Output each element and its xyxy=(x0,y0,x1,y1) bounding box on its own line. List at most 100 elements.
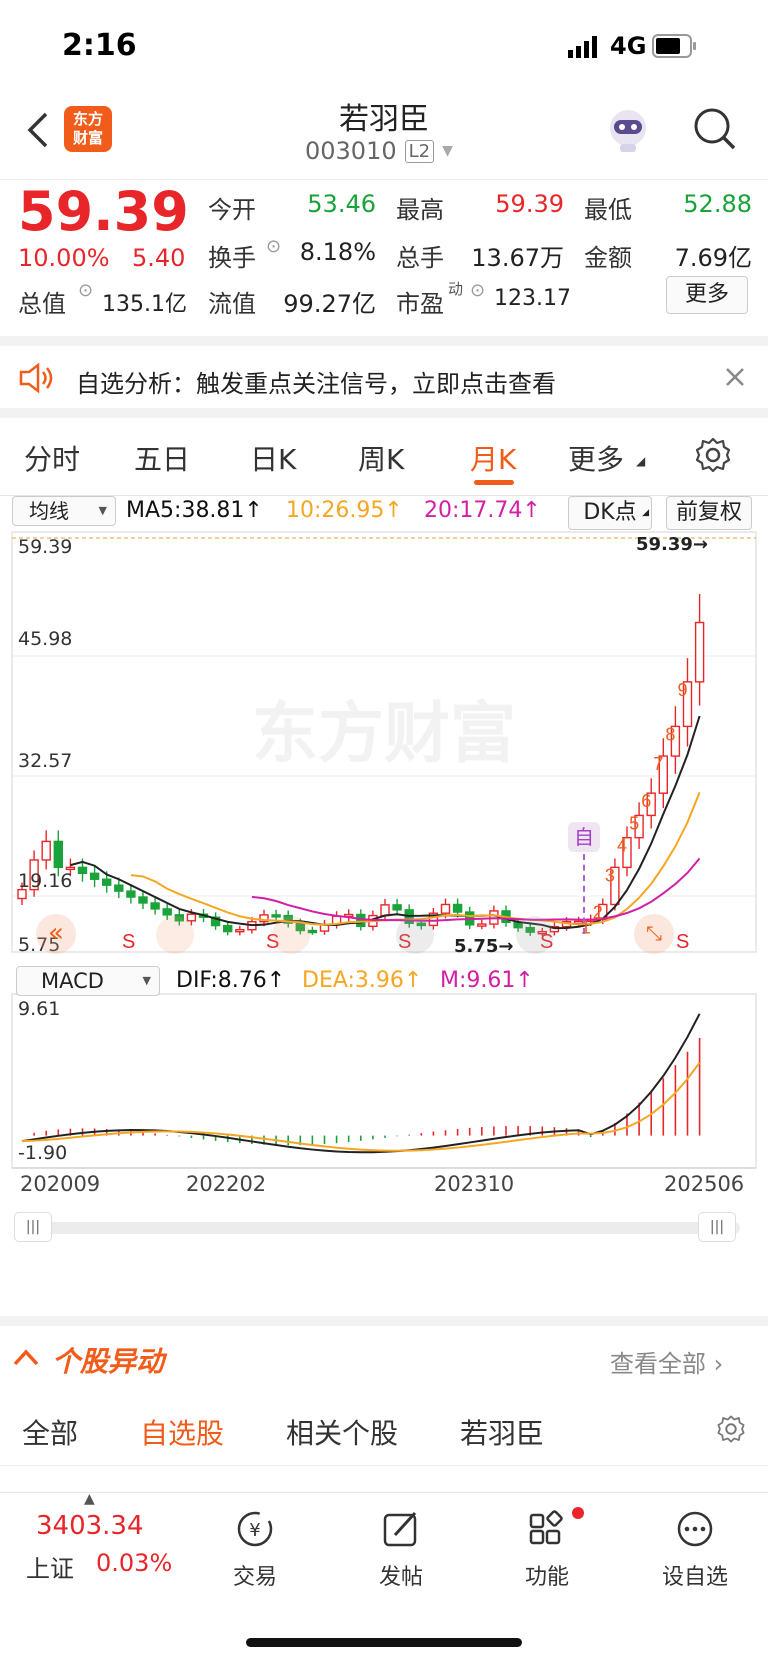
nav-add-watchlist[interactable]: 设自选 xyxy=(640,1509,750,1591)
candle-body xyxy=(114,884,124,892)
subtab-watchlist[interactable]: 自选股 xyxy=(140,1412,224,1452)
pe-label: 市盈 xyxy=(396,290,444,318)
nav-functions[interactable]: 功能 xyxy=(492,1507,602,1591)
speaker-icon xyxy=(18,362,56,394)
mktcap-value: 135.1亿 xyxy=(102,292,187,317)
x-tick-3: 202506 xyxy=(664,1172,745,1196)
pe-value: 123.17 xyxy=(494,286,571,311)
macd-lines xyxy=(21,1013,701,1154)
volume-value: 13.67万 xyxy=(471,244,564,272)
sequence-label: 2 xyxy=(593,902,603,922)
more-dots-icon xyxy=(677,1511,713,1547)
nav-post[interactable]: 发帖 xyxy=(346,1509,456,1591)
sequence-label: 3 xyxy=(605,865,615,885)
macd-select[interactable]: MACD ▼ xyxy=(16,966,160,996)
marker-circle xyxy=(396,916,434,954)
candle-body xyxy=(53,840,63,869)
max-price-marker: 59.39→ xyxy=(636,534,709,555)
candle-body xyxy=(150,902,160,910)
x-tick-2: 202310 xyxy=(434,1172,515,1196)
tab-monthly-k[interactable]: 月K xyxy=(470,438,516,478)
index-name: 上证 xyxy=(26,1555,74,1583)
tab-daily-k[interactable]: 日K xyxy=(250,438,296,478)
self-select-marker[interactable]: 自 xyxy=(568,822,600,852)
nav-trade[interactable]: ¥ 交易 xyxy=(200,1509,310,1591)
search-icon[interactable] xyxy=(692,106,738,152)
stock-code: 003010 xyxy=(305,137,397,165)
change-amount: 5.40 xyxy=(132,244,186,272)
tab-more[interactable]: 更多 xyxy=(568,438,624,478)
watermark: 东方财富 xyxy=(252,696,516,770)
scroll-left-icon[interactable]: « xyxy=(36,914,76,954)
s-signal-label: S xyxy=(122,931,135,953)
stock-name: 若羽臣 xyxy=(339,102,429,137)
subtab-related[interactable]: 相关个股 xyxy=(286,1412,398,1452)
s-signal-label: S xyxy=(676,931,689,953)
price-tick-3: 19.16 xyxy=(18,870,73,892)
dropdown-corner-icon: ◢ xyxy=(636,454,646,468)
section-title: 个股异动 xyxy=(52,1345,165,1378)
notification-dot xyxy=(572,1507,584,1519)
low-label: 最低 xyxy=(584,196,632,224)
candle-body xyxy=(101,878,112,886)
marker-circle xyxy=(272,916,310,954)
change-percent: 10.00% xyxy=(18,244,110,272)
sequence-label: 5 xyxy=(629,813,639,833)
tab-intraday[interactable]: 分时 xyxy=(24,438,80,478)
status-bar: 2:16 4G xyxy=(0,0,768,92)
info-icon[interactable]: ⊙ xyxy=(470,280,485,301)
candle-body xyxy=(356,913,366,928)
stock-code-row[interactable]: 003010 L2 ▼ xyxy=(305,136,453,166)
quote-panel: 59.39 10.00% 5.40 今开 53.46 最高 59.39 最低 5… xyxy=(0,180,768,346)
close-icon[interactable] xyxy=(724,366,746,388)
range-handle-left[interactable]: ||| xyxy=(14,1212,52,1242)
turnover-value: 8.18% xyxy=(299,238,376,266)
candle-body xyxy=(477,923,487,927)
tab-weekly-k[interactable]: 周K xyxy=(358,438,404,478)
m-legend: M:9.61↑ xyxy=(440,968,534,993)
grid-icon xyxy=(529,1510,563,1545)
candle-body xyxy=(41,840,51,861)
alert-banner[interactable]: 自选分析：触发重点关注信号，立即点击查看 xyxy=(0,346,768,418)
volume-label: 总手 xyxy=(396,244,444,272)
view-all-link[interactable]: 查看全部 › xyxy=(610,1344,723,1379)
dif-line xyxy=(21,1013,701,1154)
subtab-all[interactable]: 全部 xyxy=(22,1412,78,1452)
more-button[interactable]: 更多 xyxy=(666,276,748,314)
stock-alert-section: 个股异动 查看全部 › xyxy=(0,1316,768,1392)
marker-circle xyxy=(156,916,194,954)
gear-icon[interactable] xyxy=(694,436,732,474)
stock-header: 东方 财富 若羽臣 003010 L2 ▼ xyxy=(0,92,768,180)
expand-icon[interactable]: ⤡ xyxy=(634,914,674,954)
amount-value: 7.69亿 xyxy=(674,244,752,272)
range-scrollbar[interactable] xyxy=(14,1222,740,1234)
price-tick-1: 45.98 xyxy=(18,628,73,650)
index-value[interactable]: 3403.34 xyxy=(36,1511,144,1541)
self-marker-line xyxy=(583,854,585,934)
chevron-down-icon: ▼ xyxy=(442,143,453,159)
info-icon[interactable]: ⊙ xyxy=(78,280,93,301)
kline-svg: 东方财富 123456789 SSSSS xyxy=(11,531,757,1169)
current-price: 59.39 xyxy=(18,180,189,243)
open-value: 53.46 xyxy=(307,190,376,218)
robot-avatar-icon[interactable] xyxy=(604,106,652,154)
amount-label: 金额 xyxy=(584,244,632,272)
chevron-up-icon[interactable] xyxy=(12,1346,40,1370)
chevron-up-small-icon: ▲ xyxy=(84,1491,95,1507)
range-handle-right[interactable]: ||| xyxy=(698,1212,736,1242)
sequence-label: 7 xyxy=(653,754,663,774)
open-label: 今开 xyxy=(208,196,256,224)
alert-filter-tabs: 全部 自选股 相关个股 若羽臣 xyxy=(0,1392,768,1466)
candle-body xyxy=(89,872,100,880)
tab-five-day[interactable]: 五日 xyxy=(134,438,190,478)
info-icon[interactable]: ⊙ xyxy=(266,236,281,257)
gear-icon[interactable] xyxy=(716,1414,746,1444)
kline-chart-area[interactable]: 均线 ▼ MA5:38.81↑ 10:26.95↑ 20:17.74↑ DK点 … xyxy=(0,496,768,1316)
battery-icon xyxy=(652,34,698,58)
subtab-stock[interactable]: 若羽臣 xyxy=(460,1412,544,1452)
candle-body xyxy=(440,903,451,914)
period-tabs: 分时 五日 日K 周K 月K 更多 ◢ xyxy=(0,418,768,496)
chevron-right-icon: › xyxy=(713,1350,724,1378)
candle-body xyxy=(126,890,136,898)
edit-icon xyxy=(383,1511,417,1547)
